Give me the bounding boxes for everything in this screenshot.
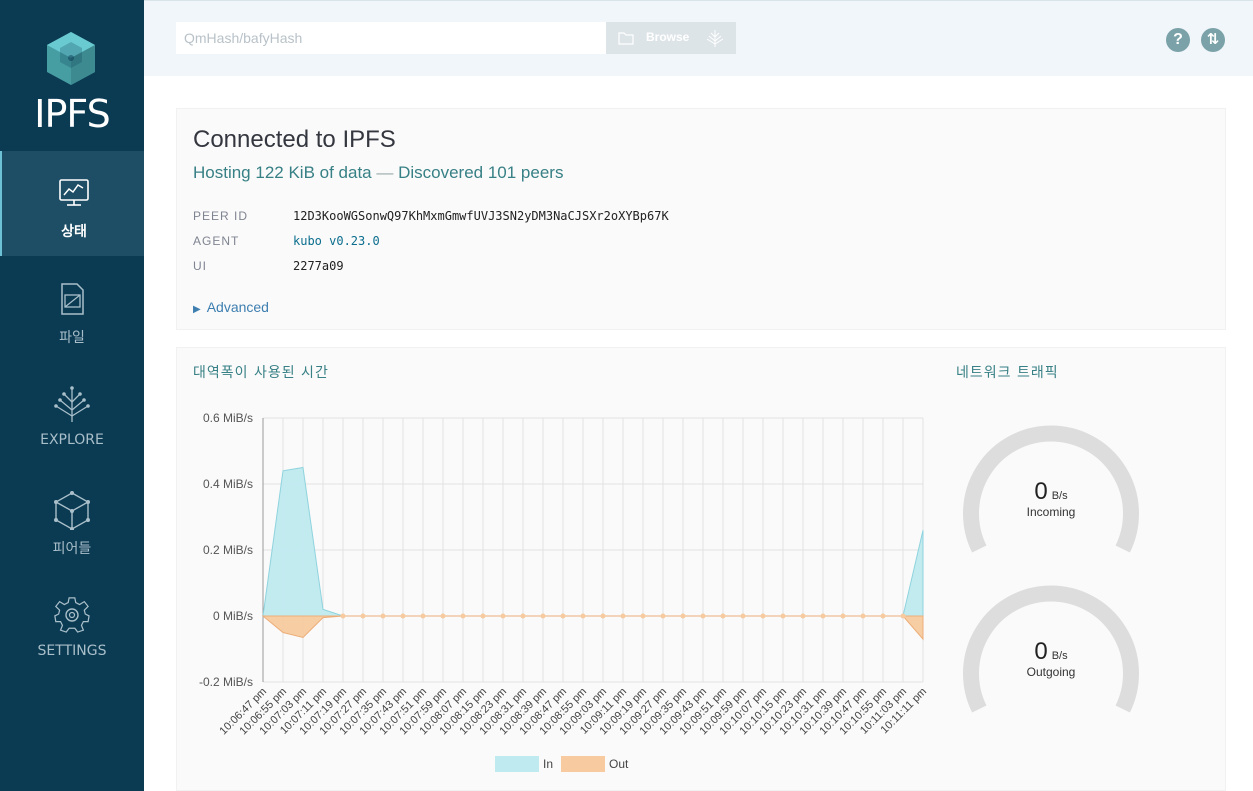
sync-icon[interactable]: ⇅ bbox=[1201, 28, 1225, 52]
sidebar-item-label: SETTINGS bbox=[37, 643, 107, 659]
out-data-point bbox=[760, 613, 766, 619]
peers-icon bbox=[54, 491, 90, 530]
ui-version-value: 2277a09 bbox=[293, 259, 344, 273]
browse-label: Browse bbox=[646, 30, 690, 44]
out-data-point bbox=[400, 613, 406, 619]
y-tick-label: -0.2 MiB/s bbox=[199, 675, 253, 689]
legend-swatch bbox=[561, 756, 605, 772]
incoming-unit: B/s bbox=[1052, 490, 1068, 502]
out-data-point bbox=[700, 613, 706, 619]
hosting-text: Hosting 122 KiB of data bbox=[193, 163, 372, 182]
out-data-point bbox=[840, 613, 846, 619]
ipfs-logo[interactable]: IPFS bbox=[0, 0, 144, 150]
out-data-point bbox=[580, 613, 586, 619]
explore-tree-icon bbox=[706, 30, 724, 47]
out-data-point bbox=[800, 613, 806, 619]
traffic-title: 네트워크 트래픽 bbox=[956, 365, 1059, 381]
out-data-point bbox=[460, 613, 466, 619]
y-tick-label: 0 MiB/s bbox=[213, 609, 253, 623]
sidebar-item-label: EXPLORE bbox=[40, 432, 104, 448]
status-icon bbox=[59, 179, 89, 206]
y-tick-label: 0.2 MiB/s bbox=[203, 543, 253, 557]
out-data-point bbox=[360, 613, 366, 619]
charts-panel: 대역폭이 사용된 시간 네트워크 트래픽 0.6 MiB/s 0.4 MiB/s 0… bbox=[176, 347, 1226, 791]
sidebar-item-files[interactable]: 파일 bbox=[0, 257, 144, 362]
advanced-toggle[interactable]: ▶ Advanced bbox=[193, 299, 269, 315]
peers-text: Discovered 101 peers bbox=[398, 163, 564, 182]
outgoing-value: 0 bbox=[1034, 638, 1047, 665]
ipfs-cube-icon bbox=[47, 32, 95, 85]
series-in-area bbox=[262, 466, 924, 617]
logo-text: IPFS bbox=[34, 92, 110, 136]
peer-id-label: PEER ID bbox=[193, 209, 249, 223]
out-data-point bbox=[520, 613, 526, 619]
legend-label: Out bbox=[609, 757, 629, 771]
out-data-point bbox=[720, 613, 726, 619]
files-icon bbox=[61, 283, 84, 315]
folder-icon bbox=[618, 32, 634, 45]
svg-text:0B/s: 0 B/s bbox=[1034, 638, 1068, 665]
y-tick-label: 0.6 MiB/s bbox=[203, 411, 253, 425]
out-data-point bbox=[740, 613, 746, 619]
explore-icon bbox=[54, 386, 90, 422]
outgoing-unit: B/s bbox=[1052, 650, 1068, 662]
ui-label: UI bbox=[193, 259, 207, 273]
out-data-point bbox=[560, 613, 566, 619]
legend-label: In bbox=[543, 757, 553, 771]
out-data-point bbox=[480, 613, 486, 619]
out-data-point bbox=[600, 613, 606, 619]
status-summary: Hosting 122 KiB of data — Discovered 101… bbox=[193, 163, 563, 183]
legend-swatch bbox=[495, 756, 539, 772]
outgoing-gauge: 0 B/s Outgoing bbox=[963, 585, 1139, 713]
outgoing-label: Outgoing bbox=[1027, 665, 1076, 679]
sidebar: IPFS 상태 파일 EXPLORE 피어들 SETTINGS bbox=[0, 0, 144, 791]
peer-id-value: 12D3KooWGSonwQ97KhMxmGmwfUVJ3SN2yDM3NaCJ… bbox=[293, 209, 669, 223]
sidebar-item-status[interactable]: 상태 bbox=[0, 151, 144, 256]
help-icon[interactable]: ? bbox=[1166, 28, 1190, 52]
series-out-area bbox=[261, 615, 924, 641]
page-title: Connected to IPFS bbox=[193, 126, 396, 153]
sidebar-item-label: 피어들 bbox=[52, 541, 92, 557]
summary-separator: — bbox=[376, 163, 394, 182]
status-panel: Connected to IPFS Hosting 122 KiB of dat… bbox=[176, 108, 1226, 330]
out-data-point bbox=[680, 613, 686, 619]
out-data-point bbox=[340, 613, 346, 619]
bandwidth-chart: 0.6 MiB/s 0.4 MiB/s 0.2 MiB/s 0 MiB/s -0.2 M… bbox=[199, 411, 929, 772]
sidebar-item-peers[interactable]: 피어들 bbox=[0, 468, 144, 573]
sidebar-item-explore[interactable]: EXPLORE bbox=[0, 362, 144, 467]
out-data-point bbox=[440, 613, 446, 619]
browse-button[interactable]: Browse bbox=[606, 22, 736, 54]
out-data-point bbox=[820, 613, 826, 619]
out-data-point bbox=[780, 613, 786, 619]
out-data-point bbox=[640, 613, 646, 619]
out-data-point bbox=[500, 613, 506, 619]
out-data-point bbox=[860, 613, 866, 619]
search-input[interactable] bbox=[176, 22, 606, 54]
agent-version-link[interactable]: kubo v0.23.0 bbox=[293, 234, 380, 248]
sidebar-item-label: 파일 bbox=[59, 330, 85, 346]
agent-label: AGENT bbox=[193, 234, 240, 248]
out-data-point bbox=[880, 613, 886, 619]
incoming-label: Incoming bbox=[1027, 505, 1076, 519]
advanced-label: Advanced bbox=[206, 299, 269, 315]
sidebar-item-label: 상태 bbox=[61, 224, 87, 240]
triangle-right-icon: ▶ bbox=[193, 304, 201, 315]
incoming-gauge: 0 B/s Incoming bbox=[963, 425, 1139, 553]
out-data-point bbox=[900, 613, 906, 619]
sidebar-item-settings[interactable]: SETTINGS bbox=[0, 573, 144, 678]
svg-text:0B/s: 0 B/s bbox=[1034, 478, 1068, 505]
out-data-point bbox=[420, 613, 426, 619]
settings-icon bbox=[54, 597, 90, 633]
y-tick-label: 0.4 MiB/s bbox=[203, 477, 253, 491]
top-bar: Browse ? ⇅ bbox=[144, 0, 1253, 76]
out-data-point bbox=[620, 613, 626, 619]
out-data-point bbox=[380, 613, 386, 619]
out-data-point bbox=[540, 613, 546, 619]
incoming-value: 0 bbox=[1034, 478, 1047, 505]
out-data-point bbox=[660, 613, 666, 619]
